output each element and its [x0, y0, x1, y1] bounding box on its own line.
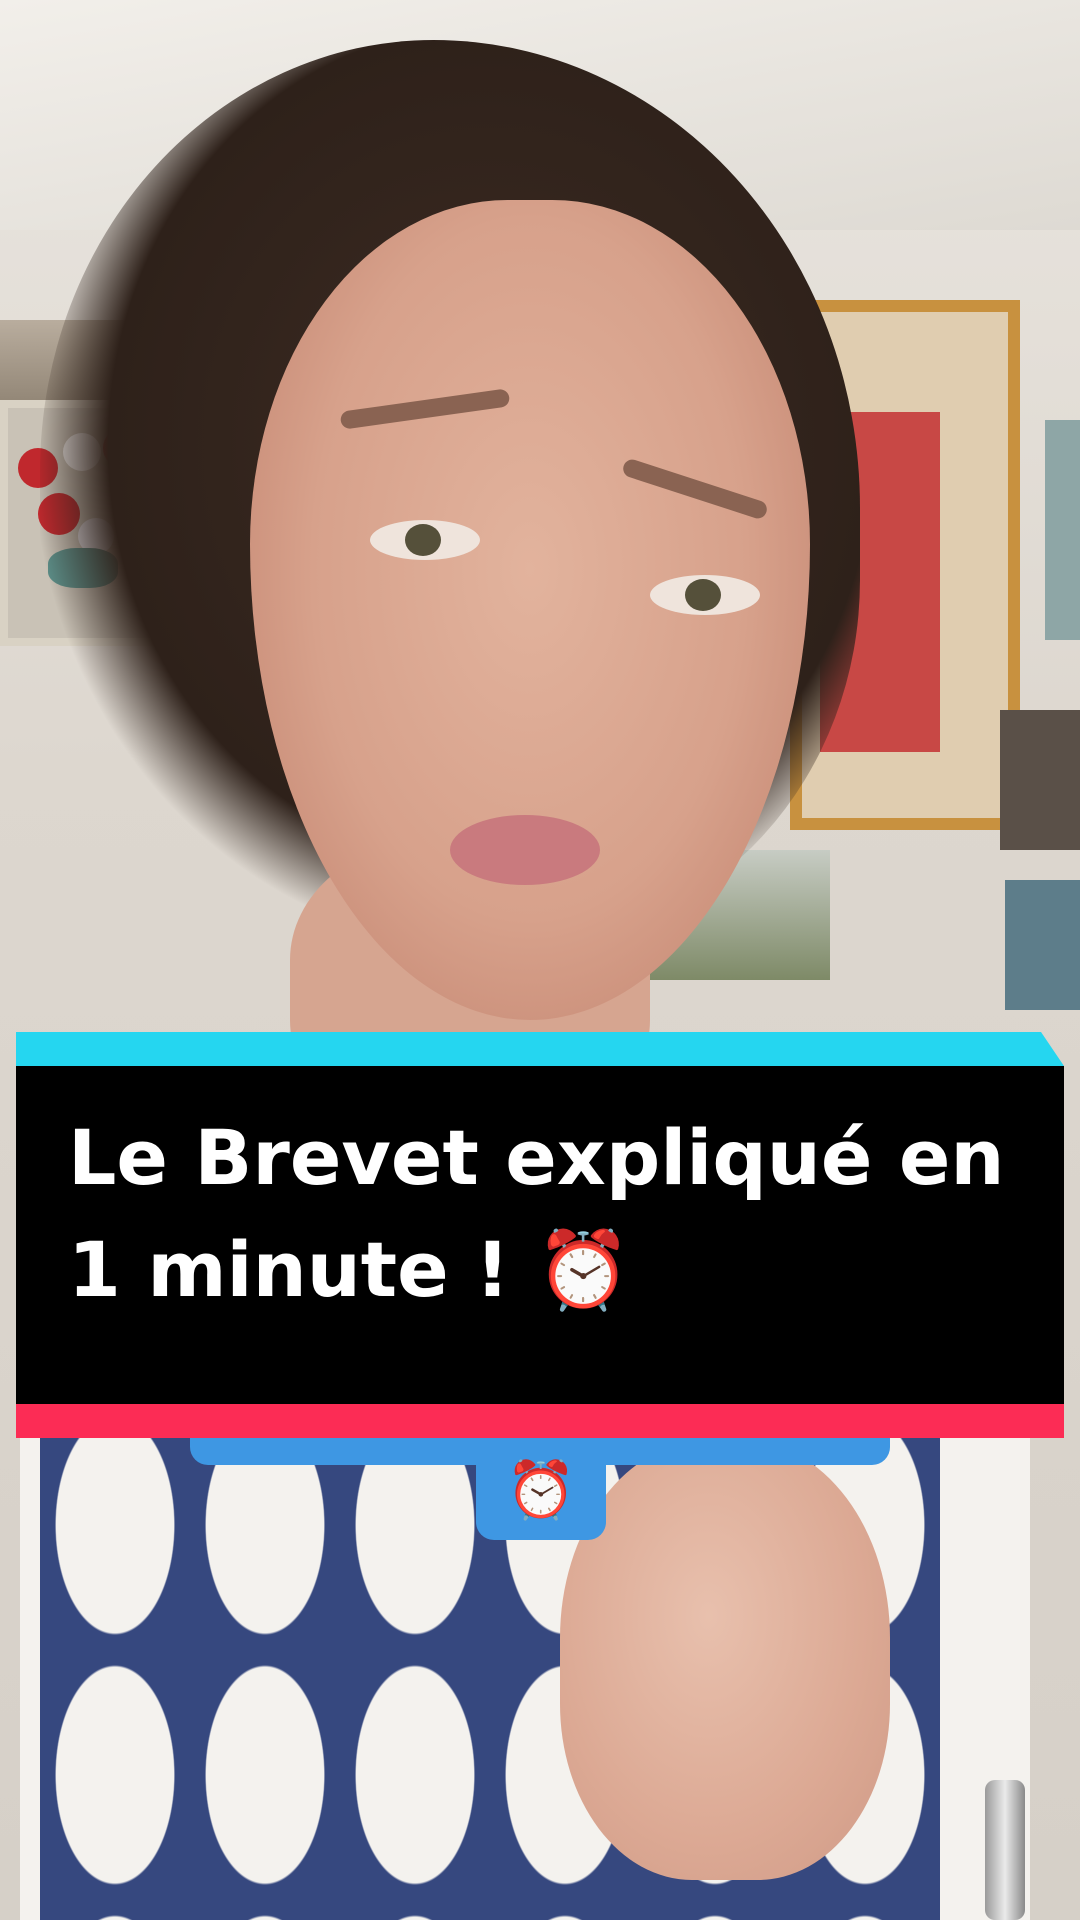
caption-text: Le Brevet expliqué en 1 minute ! ⏰	[68, 1102, 1028, 1326]
bracelet	[985, 1780, 1025, 1920]
left-eye	[370, 520, 480, 560]
alarm-clock-icon: ⏰	[536, 1225, 631, 1314]
video-frame[interactable]: ⏰ Le Brevet expliqué en 1 minute ! ⏰	[0, 0, 1080, 1920]
caption-sticker[interactable]: Le Brevet expliqué en 1 minute ! ⏰	[16, 1032, 1064, 1438]
person-mouth	[450, 815, 600, 885]
wall-picture	[1000, 710, 1080, 850]
caption-top-stripe	[16, 1032, 1064, 1066]
wall-picture	[1005, 880, 1080, 1010]
right-eye	[650, 575, 760, 615]
caption-bottom-stripe	[16, 1404, 1064, 1438]
wall-picture	[1045, 420, 1080, 640]
person-hand	[560, 1440, 890, 1880]
caption-back-sticker-tab[interactable]: ⏰	[476, 1440, 606, 1540]
alarm-clock-icon: ⏰	[506, 1458, 576, 1521]
